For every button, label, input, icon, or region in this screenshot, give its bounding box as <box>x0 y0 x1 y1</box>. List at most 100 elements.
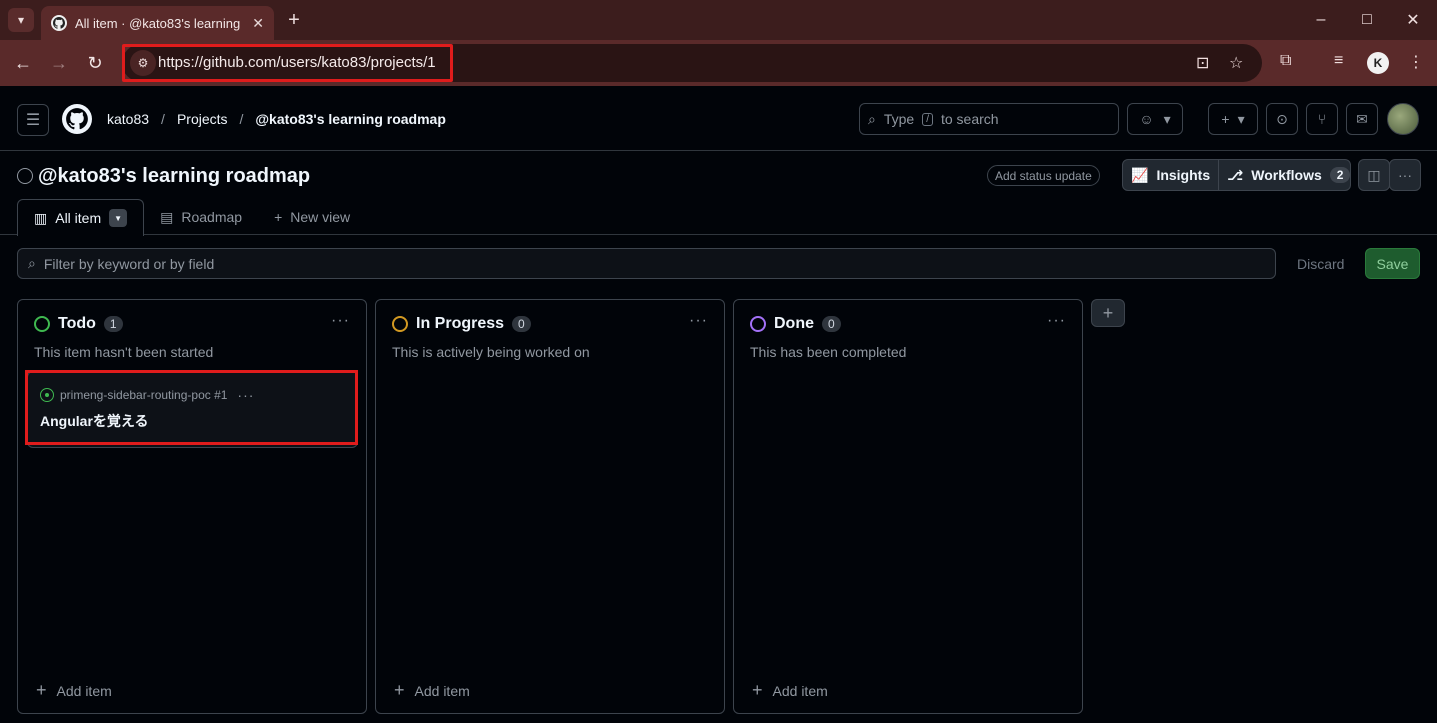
forward-arrow-icon[interactable]: → <box>46 50 72 76</box>
filter-input[interactable]: ⌕ Filter by keyword or by field <box>17 248 1276 279</box>
github-favicon-icon <box>51 15 67 31</box>
workflows-label: Workflows <box>1251 167 1322 183</box>
column-description: This item hasn't been started <box>34 344 214 360</box>
close-window-button[interactable]: ✕ <box>1390 0 1436 40</box>
github-logo-icon[interactable] <box>62 104 92 134</box>
filter-placeholder: Filter by keyword or by field <box>43 255 215 272</box>
tab-label: Roadmap <box>181 209 243 225</box>
insights-label: Insights <box>1156 167 1211 183</box>
breadcrumb-user-link[interactable]: kato83 <box>107 111 149 127</box>
browser-tab[interactable]: All item · @kato83's learning ro ✕ <box>41 6 274 40</box>
extensions-icon[interactable]: ⧉ <box>1280 52 1291 70</box>
add-item-label: Add item <box>414 682 470 699</box>
browser-toolbar: ← → ↻ ⚙ https://github.com/users/kato83/… <box>0 40 1437 86</box>
address-bar[interactable]: ⚙ https://github.com/users/kato83/projec… <box>122 44 1262 82</box>
card-meta: primeng-sidebar-routing-poc #1 ··· <box>40 387 254 403</box>
column-description: This is actively being worked on <box>392 344 590 360</box>
chevron-down-icon: ▾ <box>1237 110 1245 127</box>
plus-icon: + <box>36 680 47 700</box>
breadcrumb-separator: / <box>161 111 165 127</box>
maximize-button[interactable]: □ <box>1344 0 1390 40</box>
tab-all-item[interactable]: ▥ All item ▼ <box>17 199 145 236</box>
browser-tabstrip: ▾ All item · @kato83's learning ro ✕ + –… <box>0 0 1437 40</box>
tab-search-button[interactable]: ▾ <box>8 8 34 32</box>
back-arrow-icon[interactable]: ← <box>10 50 36 76</box>
column-menu-icon[interactable]: ··· <box>331 312 350 330</box>
media-controls-icon[interactable]: ≡ <box>1334 52 1343 70</box>
board-column-in-progress: In Progress 0 ··· This is actively being… <box>375 299 725 714</box>
card-title[interactable]: Angularを覚える <box>40 411 148 431</box>
board-column-done: Done 0 ··· This has been completed + Add… <box>733 299 1083 714</box>
tab-close-icon[interactable]: ✕ <box>252 15 264 32</box>
breadcrumb-projects-link[interactable]: Projects <box>177 111 228 127</box>
filter-icon: ⌕ <box>28 255 36 271</box>
column-header: Done 0 <box>750 315 841 333</box>
plus-icon: + <box>1102 302 1114 323</box>
add-item-button[interactable]: + Add item <box>36 680 112 701</box>
hamburger-menu-icon[interactable]: ☰ <box>17 104 49 136</box>
inbox-button[interactable]: ✉ <box>1346 103 1378 135</box>
save-button[interactable]: Save <box>1365 248 1420 279</box>
insights-button[interactable]: 📈 Insights <box>1123 160 1218 190</box>
add-status-update-button[interactable]: Add status update <box>987 165 1100 186</box>
item-card[interactable]: primeng-sidebar-routing-poc #1 ··· Angul… <box>25 370 358 448</box>
globe-icon <box>17 168 33 184</box>
copilot-button[interactable]: ☺ ▾ <box>1127 103 1183 135</box>
side-panel-toggle-button[interactable]: ◫ <box>1358 159 1390 191</box>
browser-profile-avatar[interactable]: K <box>1367 52 1389 74</box>
browser-menu-icon[interactable]: ⋮ <box>1408 52 1424 72</box>
plus-icon: + <box>394 680 405 700</box>
install-app-icon[interactable]: ⊡ <box>1196 53 1209 73</box>
view-options-dropdown[interactable]: ▼ <box>109 209 128 227</box>
add-item-button[interactable]: + Add item <box>752 680 828 701</box>
workflows-count-badge: 2 <box>1329 167 1351 183</box>
roadmap-icon: ▤ <box>160 208 174 225</box>
plus-icon: + <box>1221 111 1230 127</box>
column-header: In Progress 0 <box>392 315 531 333</box>
status-circle-icon <box>750 316 766 332</box>
card-highlight-box <box>25 370 358 445</box>
column-menu-icon[interactable]: ··· <box>1047 312 1066 330</box>
board-icon: ▥ <box>34 209 48 226</box>
tab-roadmap[interactable]: ▤ Roadmap <box>144 199 258 235</box>
card-menu-icon[interactable]: ··· <box>237 387 254 403</box>
bookmark-star-icon[interactable]: ☆ <box>1229 53 1243 73</box>
plus-icon: + <box>752 680 763 700</box>
project-menu-button[interactable]: ··· <box>1389 159 1421 191</box>
board-column-todo: Todo 1 ··· This item hasn't been started… <box>17 299 367 714</box>
breadcrumb-project-link[interactable]: @kato83's learning roadmap <box>255 111 445 127</box>
sidebar-expand-icon: ◫ <box>1367 166 1381 183</box>
add-column-button[interactable]: + <box>1091 299 1125 327</box>
github-header: ☰ kato83 / Projects / @kato83's learning… <box>0 86 1437 151</box>
discard-button[interactable]: Discard <box>1289 248 1352 279</box>
user-avatar[interactable] <box>1387 103 1419 135</box>
global-search-input[interactable]: ⌕ Type / to search <box>859 103 1119 135</box>
issues-button[interactable]: ⊙ <box>1266 103 1298 135</box>
tab-new-view[interactable]: + New view <box>258 199 366 235</box>
search-shortcut-key: / <box>922 112 933 126</box>
issue-open-icon <box>40 388 54 402</box>
column-description: This has been completed <box>750 344 907 360</box>
graph-icon: 📈 <box>1131 166 1149 183</box>
chevron-down-icon: ▾ <box>1163 110 1171 127</box>
search-placeholder-post: to search <box>940 111 999 127</box>
new-tab-button[interactable]: + <box>284 8 304 32</box>
workflows-button[interactable]: ⎇ Workflows 2 <box>1218 160 1358 190</box>
view-tabs: ▥ All item ▼ ▤ Roadmap + New view <box>17 199 366 236</box>
plus-icon: + <box>274 209 283 225</box>
workflow-icon: ⎇ <box>1227 166 1244 183</box>
card-repo-ref[interactable]: primeng-sidebar-routing-poc #1 <box>60 388 227 402</box>
inbox-icon: ✉ <box>1356 110 1368 127</box>
minimize-button[interactable]: – <box>1298 0 1344 40</box>
project-actions-group: 📈 Insights ⎇ Workflows 2 <box>1122 159 1351 191</box>
breadcrumb-separator: / <box>239 111 244 127</box>
pull-requests-button[interactable]: ⑂ <box>1306 103 1338 135</box>
add-item-button[interactable]: + Add item <box>394 680 470 701</box>
status-circle-icon <box>34 316 50 332</box>
column-name: Todo <box>58 315 96 332</box>
column-menu-icon[interactable]: ··· <box>689 312 708 330</box>
copilot-icon: ☺ <box>1139 111 1154 127</box>
project-header: @kato83's learning roadmap Add status up… <box>0 151 1437 236</box>
create-new-button[interactable]: + ▾ <box>1208 103 1258 135</box>
reload-icon[interactable]: ↻ <box>82 50 108 76</box>
